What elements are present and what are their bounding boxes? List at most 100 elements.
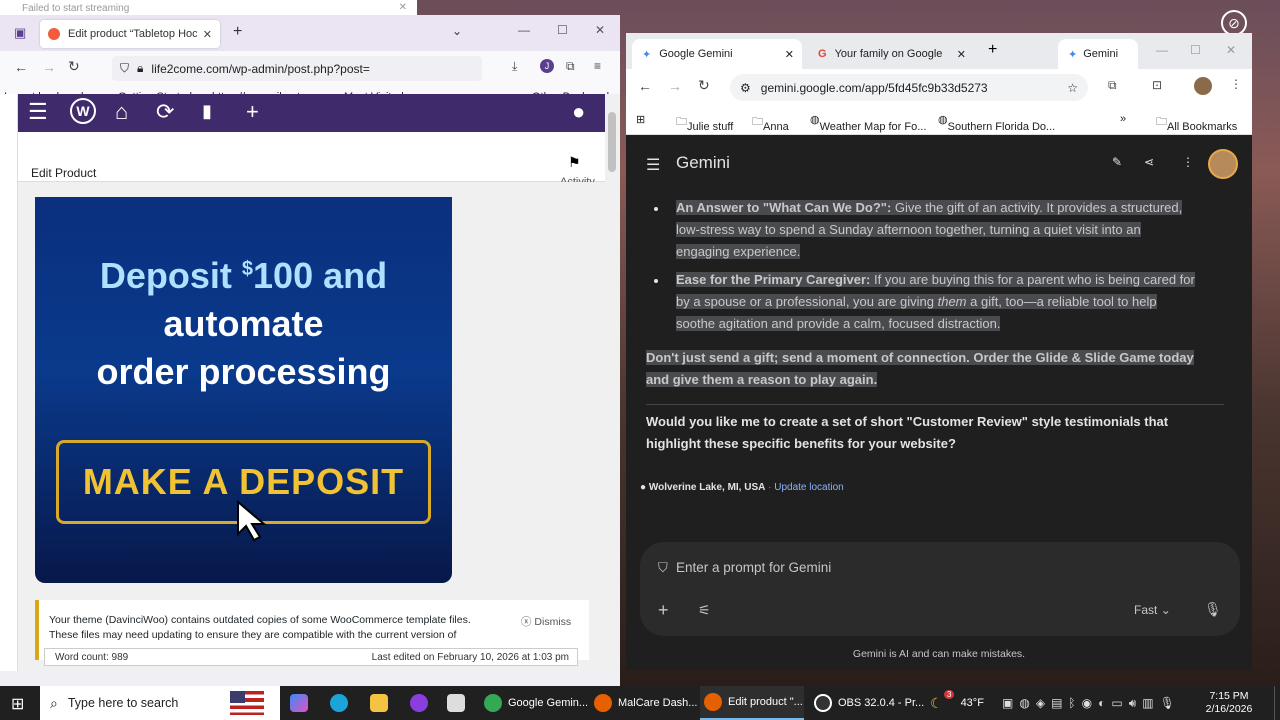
prompt-input[interactable]: Enter a prompt for Gemini (676, 560, 831, 575)
close-tab-icon[interactable]: ✕ (957, 48, 966, 61)
scrollbar-thumb[interactable] (608, 112, 616, 172)
share-icon[interactable]: ⋖ (1144, 155, 1154, 169)
tab-google-gemini[interactable]: ✦ Google Gemini ✕ (632, 39, 802, 69)
forward-icon[interactable]: → (668, 78, 682, 94)
bookmark-folder[interactable]: 🗀︎ Anna (752, 113, 789, 133)
update-location-link[interactable]: Update location (774, 482, 844, 493)
tray-icon[interactable]: ▤ (1051, 696, 1062, 710)
show-desktop-button[interactable] (1274, 686, 1280, 720)
mode-selector[interactable]: Fast ⌄ (1134, 603, 1171, 617)
taskbar-firefox-malcare[interactable]: MalCare Dash... (594, 686, 697, 720)
tray-icon[interactable]: ◈ (1036, 696, 1045, 710)
add-attachment-icon[interactable]: + (658, 600, 669, 621)
site-info-icon[interactable]: ⚙ (740, 81, 751, 95)
account-icon[interactable]: J (540, 59, 554, 73)
close-window-icon[interactable]: ✕ (1226, 43, 1236, 57)
clock[interactable]: 7:15 PM 2/16/2026 (1204, 686, 1254, 720)
bookmark-item[interactable]: ◍ Southern Florida Do... (938, 113, 1055, 133)
scrollbar[interactable] (605, 94, 620, 671)
tray-icon[interactable]: ◍ (1019, 696, 1029, 710)
comments-icon[interactable]: ▮ (202, 101, 212, 122)
minimize-icon[interactable]: — (1156, 43, 1168, 57)
weather-widget[interactable]: ☾ 3 43°F (930, 686, 1000, 720)
address-bar[interactable]: ⚙ gemini.google.com/app/5fd45fc9b33d5273… (730, 74, 1088, 101)
hamburger-icon[interactable]: ☰ (28, 99, 48, 125)
new-tab-icon[interactable]: + (988, 41, 997, 59)
close-tab-icon[interactable]: ✕ (203, 28, 212, 41)
new-tab-icon[interactable]: + (233, 23, 242, 41)
microphone-icon[interactable]: 🎙︎ (1204, 601, 1222, 618)
taskbar-obs[interactable]: OBS 32.0.4 - Pr... (810, 686, 924, 720)
minimize-icon[interactable]: — (518, 23, 530, 37)
file-explorer-icon[interactable] (370, 686, 394, 720)
chrome-toolbar: ← → ↻ ⚙ gemini.google.com/app/5fd45fc9b3… (626, 69, 1252, 105)
maximize-icon[interactable]: ☐ (557, 23, 568, 37)
more-options-icon[interactable]: ⋮ (1182, 155, 1194, 169)
edge-icon[interactable] (330, 686, 354, 720)
extensions-icon[interactable]: ⧉ (1108, 78, 1117, 93)
bookmark-star-icon[interactable]: ☆ (1067, 81, 1078, 95)
taskbar-firefox-edit-product[interactable]: Edit product "... (700, 686, 804, 720)
tab-search-icon[interactable]: ⊡ (1152, 78, 1162, 92)
home-icon[interactable]: ⌂ (115, 99, 128, 125)
flag-icon[interactable]: ⚑ (568, 154, 581, 171)
tab-list-icon[interactable]: ▣ (14, 25, 26, 41)
windows-start-icon[interactable]: ⊞ (11, 694, 24, 714)
back-icon[interactable]: ← (14, 59, 28, 75)
address-bar[interactable]: ⛉ 🔒︎ life2come.com/wp-admin/post.php?pos… (112, 56, 482, 81)
shield-icon[interactable]: ⛉ (120, 61, 129, 76)
wp-page-header: Edit Product ⚑ Activity (18, 132, 605, 188)
copilot-icon[interactable] (290, 686, 314, 720)
tray-icon[interactable]: ◐ (1098, 696, 1105, 710)
extensions-icon[interactable]: ⧉ (566, 59, 575, 74)
network-icon[interactable]: ▥ (1142, 696, 1153, 710)
prompt-box[interactable]: ⛉ Enter a prompt for Gemini + ⚟ Fast ⌄ 🎙… (640, 542, 1240, 636)
download-icon[interactable]: ⤓ (512, 59, 517, 74)
gemini-header: ☰ Gemini ✎ ⋖ ⋮ (626, 135, 1252, 195)
overflow-chevron-icon[interactable]: » (1120, 113, 1126, 125)
divider (646, 404, 1224, 405)
taskbar-chrome-gemini[interactable]: Google Gemin... (484, 686, 588, 720)
menu-icon[interactable]: ≡ (594, 59, 601, 73)
background-window-title: Failed to start streaming (22, 3, 130, 14)
user-avatar[interactable] (1208, 149, 1238, 179)
word-count-bar: Word count: 989 Last edited on February … (44, 648, 578, 666)
close-tab-icon[interactable]: ✕ (785, 48, 794, 61)
volume-icon[interactable]: 🔊︎ (1129, 696, 1137, 711)
chevron-down-icon[interactable]: ⌄ (452, 24, 462, 38)
bluetooth-icon[interactable]: ᛒ (1068, 696, 1075, 710)
main-menu-icon[interactable]: ☰ (646, 155, 660, 175)
taskbar-search[interactable]: ⌕ Type here to search (40, 686, 280, 720)
maximize-icon[interactable]: ☐ (1190, 43, 1201, 57)
back-icon[interactable]: ← (638, 78, 652, 94)
user-icon[interactable]: ● (572, 99, 585, 125)
tray-icon[interactable]: ◉ (1082, 696, 1092, 710)
add-new-icon[interactable]: + (246, 99, 259, 125)
tray-icon[interactable]: ▣ (1002, 696, 1013, 710)
reload-icon[interactable]: ↻ (68, 58, 80, 75)
microphone-icon[interactable]: 🎙︎ (1160, 696, 1175, 710)
bookmark-folder[interactable]: 🗀︎ Julie stuff (676, 113, 733, 133)
firefox-tab-bar: ▣ Edit product “Tabletop Hockey ✕ + ⌄ — … (0, 15, 620, 51)
close-window-icon[interactable]: ✕ (595, 23, 605, 37)
close-icon[interactable]: ✕ (399, 2, 407, 13)
menu-icon[interactable]: ⋮ (1230, 77, 1242, 91)
new-chat-icon[interactable]: ✎ (1112, 155, 1122, 169)
tab-gemini[interactable]: ✦ Gemini (1058, 39, 1138, 69)
forward-icon[interactable]: → (42, 59, 56, 75)
bookmark-folder[interactable]: 🗀︎ All Bookmarks (1156, 113, 1237, 133)
apps-grid-icon[interactable]: ⊞ (636, 113, 645, 126)
tools-icon[interactable]: ⚟ (698, 602, 711, 619)
search-placeholder: Type here to search (67, 696, 179, 710)
tab-edit-product[interactable]: Edit product “Tabletop Hockey ✕ (40, 20, 220, 48)
reload-icon[interactable]: ↻ (698, 77, 710, 94)
tab-your-family[interactable]: G Your family on Google ✕ (808, 39, 974, 69)
dismiss-button[interactable]: ⓧ Dismiss (521, 614, 571, 629)
profile-avatar[interactable] (1194, 77, 1212, 95)
wordpress-logo-icon[interactable]: W (70, 98, 96, 124)
battery-icon[interactable]: ▭ (1111, 696, 1122, 710)
bookmark-item[interactable]: ◍ Weather Map for Fo... (810, 113, 926, 133)
updates-icon[interactable]: ⟳ (156, 99, 174, 125)
app-icon[interactable] (410, 686, 434, 720)
app-icon[interactable] (447, 686, 471, 720)
